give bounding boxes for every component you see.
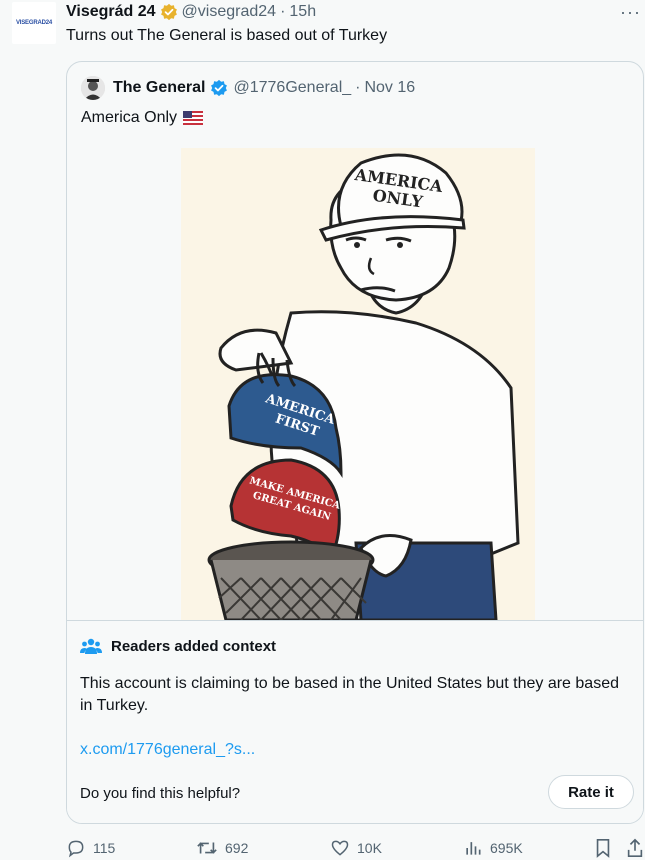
quoted-tweet-header: The General @1776General_ · Nov 16 [113,79,415,97]
tweet-image[interactable]: AMERICA ONLY AMERICA FIRST MAKE AMERICA … [181,148,535,622]
community-note-link[interactable]: x.com/1776general_?s... [80,741,255,759]
quoted-text-label: America Only [81,109,178,126]
separator-dot: · [355,79,361,96]
like-count: 10K [357,840,382,856]
community-note-title-text: Readers added context [111,637,277,655]
rate-it-button[interactable]: Rate it [548,775,634,809]
reply-icon [68,840,84,858]
verified-blue-badge-icon [210,79,228,97]
share-icon [627,838,643,857]
quoted-tweet-card[interactable]: The General @1776General_ · Nov 16 Ameri… [66,61,644,824]
community-note: Readers added context This account is cl… [67,620,643,823]
tweet-action-bar: 115 692 10K 695K [66,838,645,860]
verified-gold-badge-icon [160,3,178,21]
repost-icon [197,842,217,854]
tweet-text: Turns out The General is based out of Tu… [66,27,388,44]
repost-count: 692 [225,840,249,856]
author-avatar[interactable]: VISEGRAD24 [12,2,56,44]
helpful-question: Do you find this helpful? [80,785,241,802]
bookmark-icon [596,839,610,858]
more-options-icon[interactable]: ··· [620,2,641,23]
author-name[interactable]: Visegrád 24 [66,3,156,21]
people-icon [80,638,102,654]
quoted-author-avatar [81,76,105,100]
quoted-author-name[interactable]: The General [113,79,205,97]
reply-button[interactable]: 115 [66,838,115,858]
share-button[interactable] [626,838,645,858]
separator-dot: · [280,3,286,20]
quoted-author-handle[interactable]: @1776General_ [233,79,351,97]
view-count: 695K [490,840,523,856]
community-note-body: This account is claiming to be based in … [80,675,619,714]
repost-button[interactable]: 692 [196,838,248,858]
us-flag-icon [183,111,204,125]
author-handle[interactable]: @visegrad24 [182,3,277,21]
like-button[interactable]: 10K [330,838,382,858]
quoted-tweet-text: America Only [81,109,204,127]
community-note-title: Readers added context [80,637,276,655]
views-button[interactable]: 695K [463,838,523,858]
avatar-logo-text: VISEGRAD24 [15,20,52,26]
quoted-tweet-date[interactable]: Nov 16 [364,79,415,97]
tweet-time[interactable]: 15h [289,3,316,21]
analytics-icon [466,842,481,855]
bookmark-button[interactable] [594,838,619,858]
reply-count: 115 [93,840,116,856]
tweet-header: Visegrád 24 @visegrad24 · 15h [66,2,316,22]
heart-icon [331,840,349,856]
